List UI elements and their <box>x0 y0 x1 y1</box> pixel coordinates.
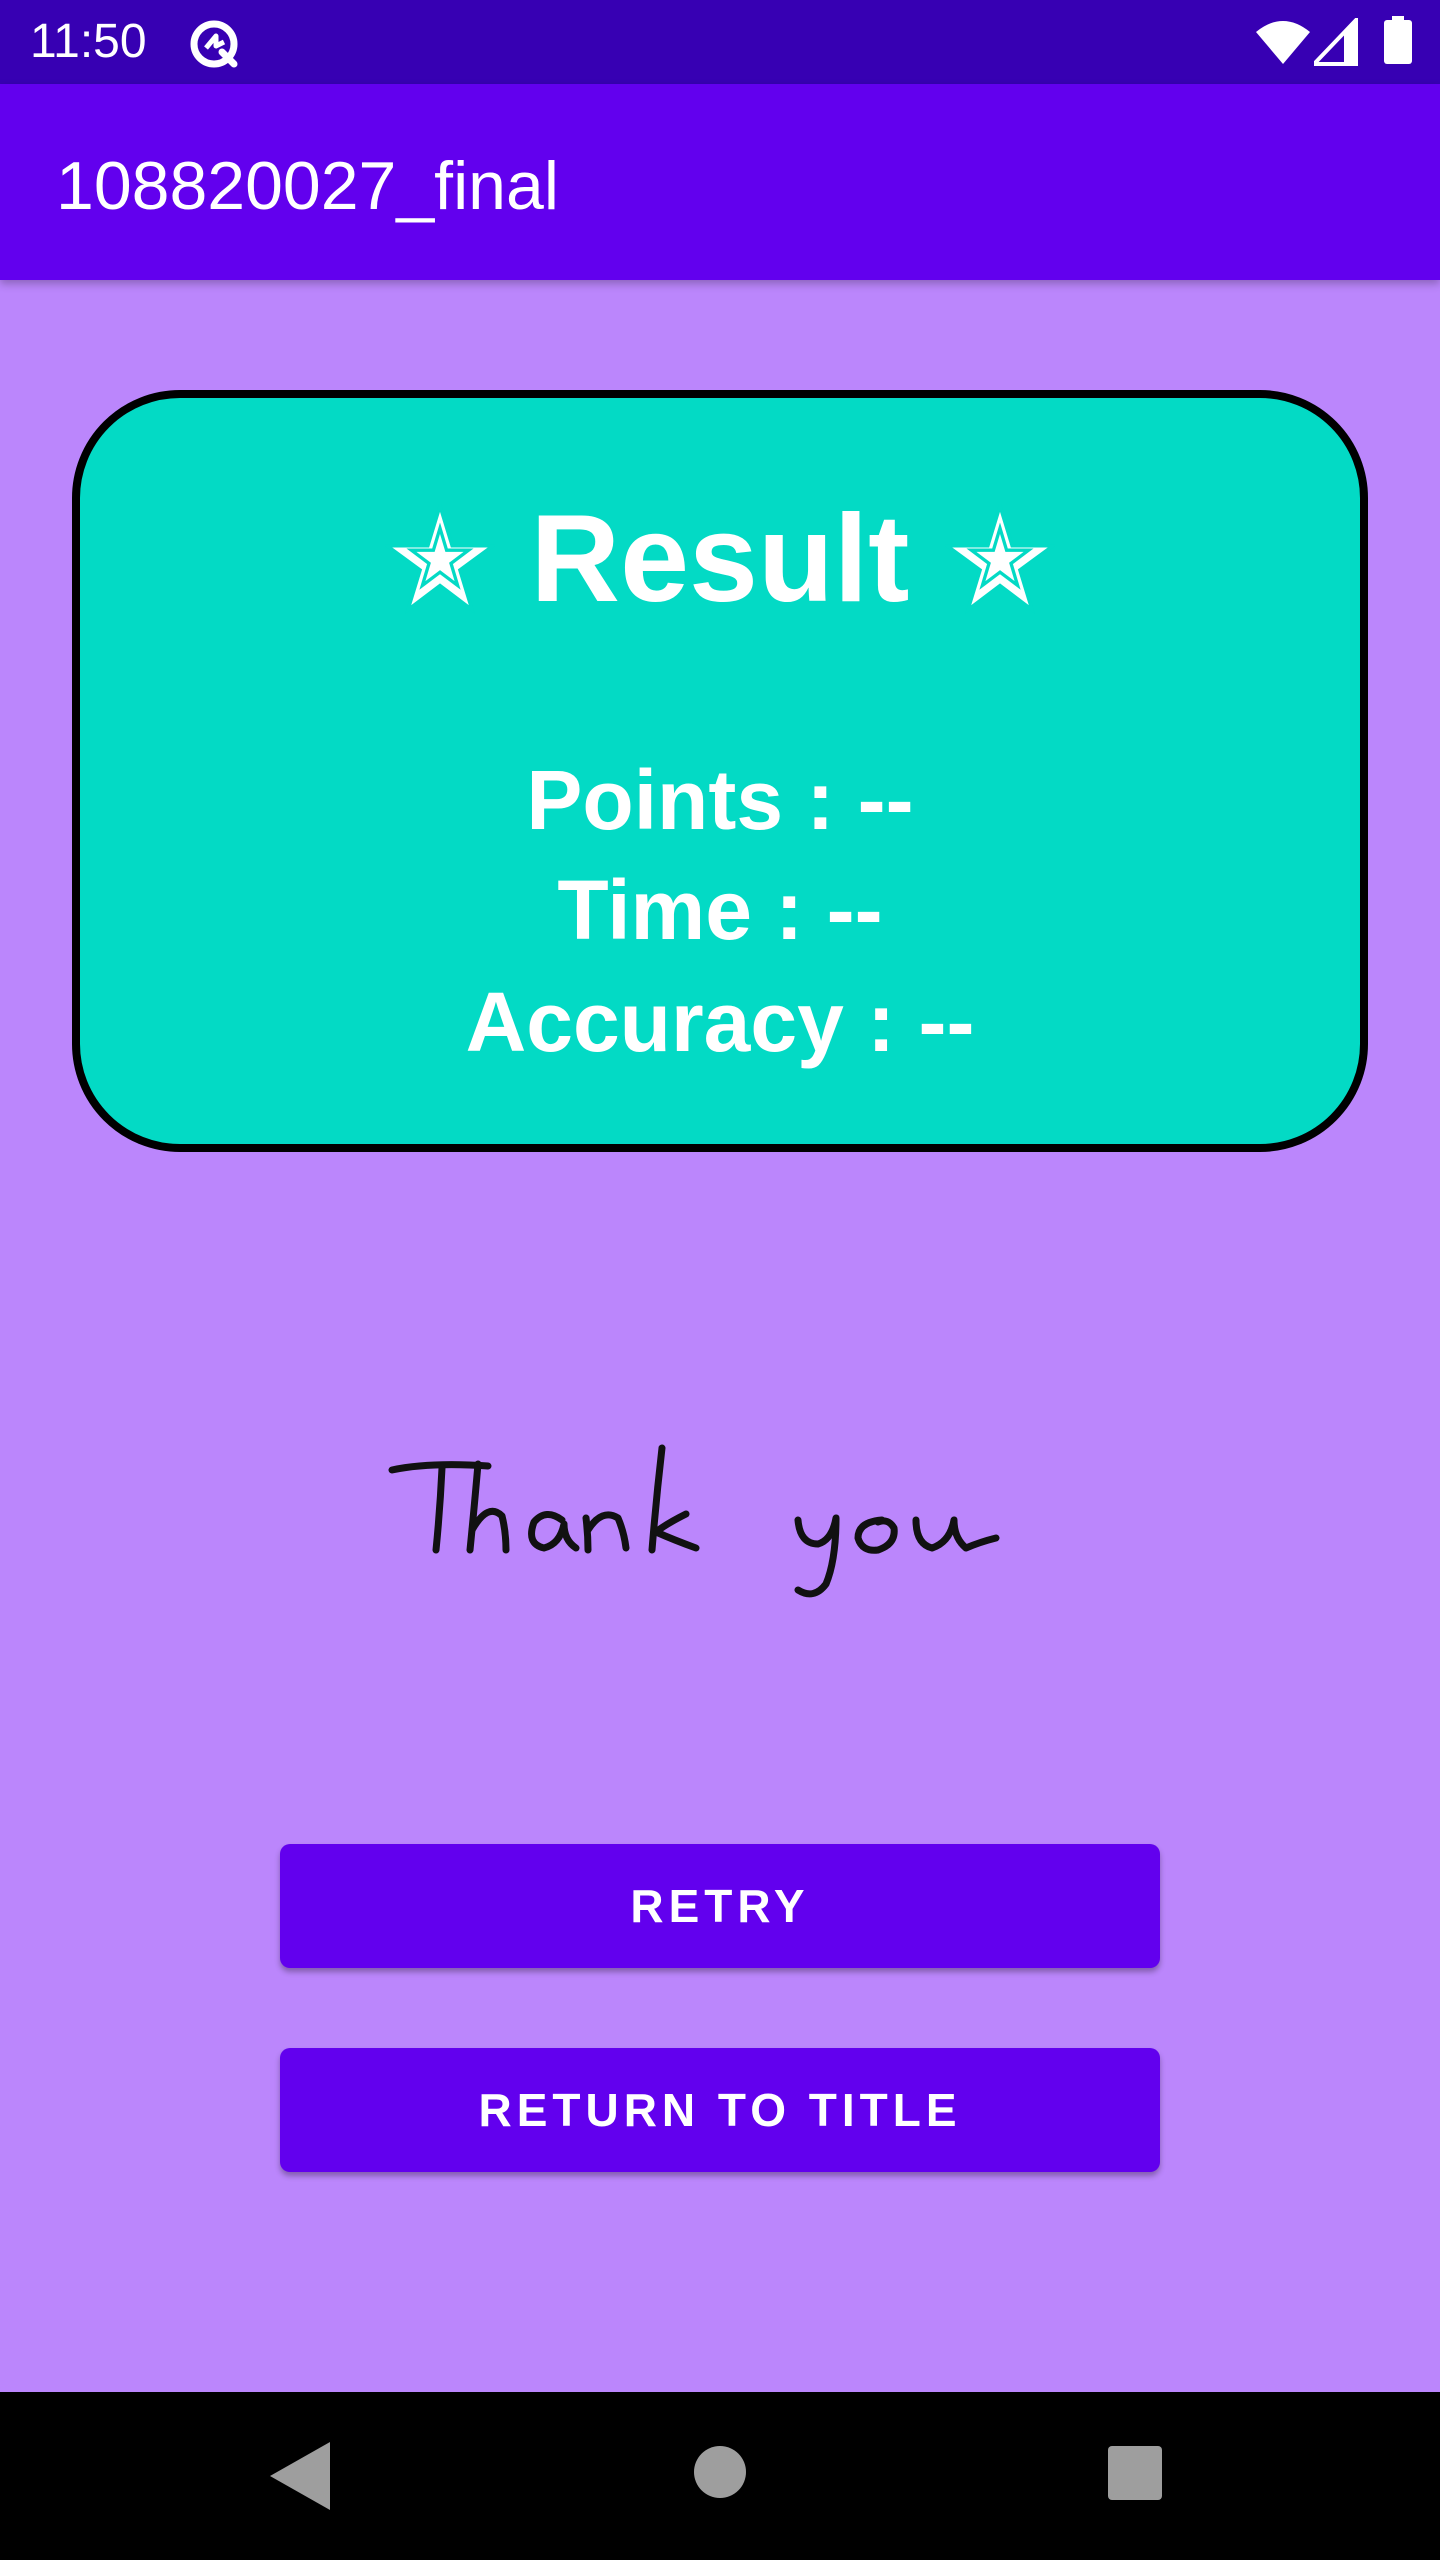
app-bar: 108820027_final <box>0 84 1440 280</box>
return-to-title-button[interactable]: RETURN TO TITLE <box>280 2048 1160 2172</box>
status-bar: 11:50 <box>0 0 1440 84</box>
wifi-icon <box>1256 21 1310 64</box>
recents-icon[interactable] <box>1108 2446 1162 2500</box>
result-card: Result Points : -- Time : -- Accuracy : … <box>72 390 1368 1152</box>
retry-button[interactable]: RETRY <box>280 1844 1160 1968</box>
accuracy-value: Accuracy : -- <box>465 975 975 1069</box>
time-value: Time : -- <box>557 863 883 957</box>
points-value: Points : -- <box>526 753 914 847</box>
home-icon[interactable] <box>692 2444 748 2500</box>
back-icon[interactable] <box>270 2442 330 2510</box>
result-title: Result <box>530 490 910 628</box>
app-notification-icon <box>190 20 238 68</box>
result-heading: Result <box>80 494 1360 624</box>
star-icon <box>384 504 495 614</box>
battery-icon <box>1384 16 1412 64</box>
star-icon <box>945 504 1056 614</box>
navigation-bar <box>0 2392 1440 2560</box>
thank-you-signature <box>388 1444 1000 1598</box>
status-time: 11:50 <box>30 15 147 68</box>
signal-icon <box>1314 18 1358 66</box>
app-title: 108820027_final <box>56 148 559 224</box>
